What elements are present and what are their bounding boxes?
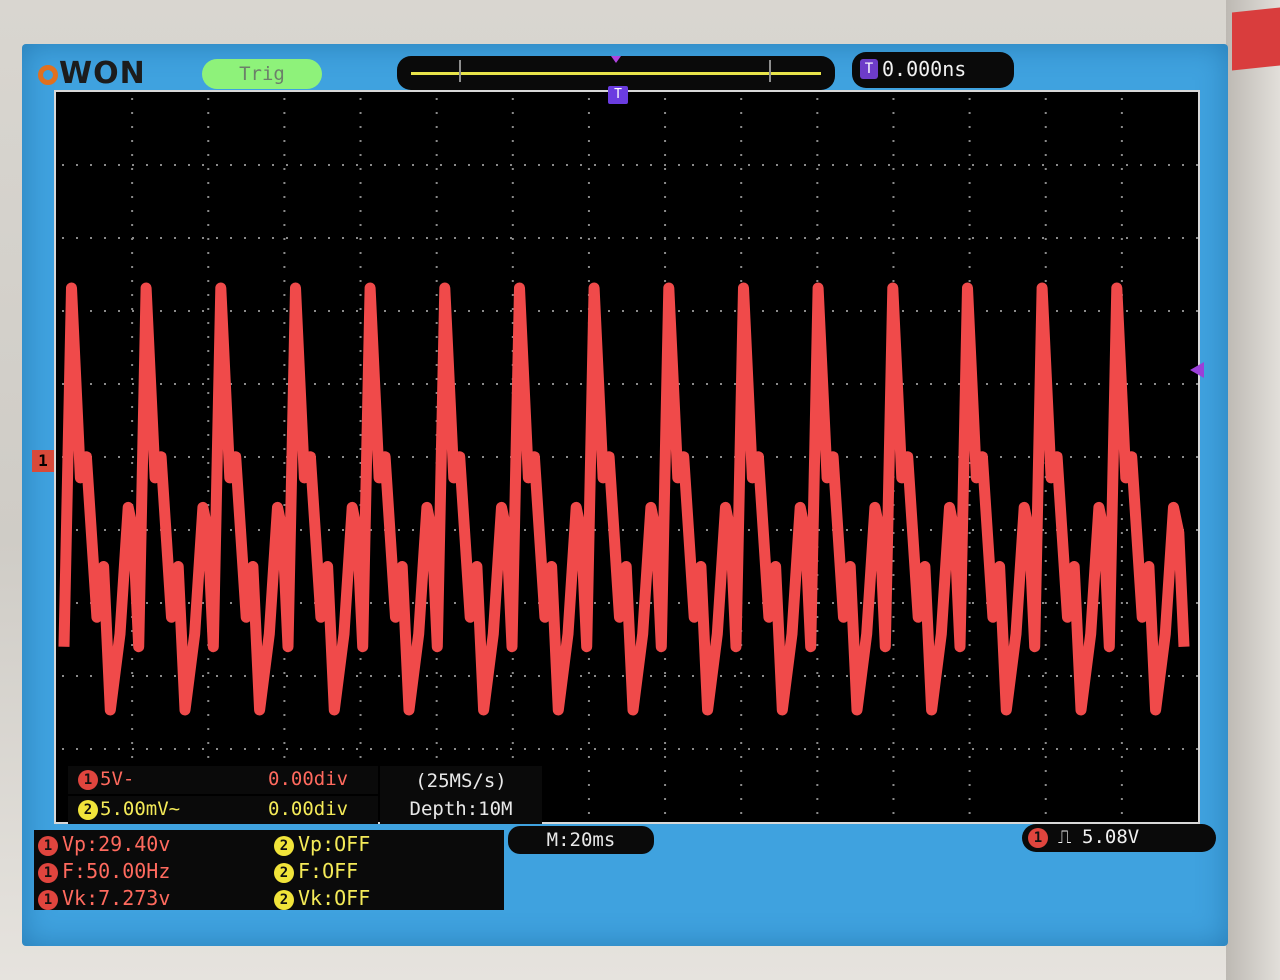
ch1-scale: 5V- xyxy=(100,768,135,790)
trigger-time-value: 0.000ns xyxy=(882,57,967,81)
meas-badge: 2 xyxy=(274,836,294,856)
ch2-vk-measurement: 2 Vk:OFF xyxy=(274,886,370,912)
meas-badge: 1 xyxy=(38,863,58,883)
ch1-ground-marker[interactable]: 1 xyxy=(32,450,54,472)
window-left-tick xyxy=(459,60,461,82)
ch2-freq-measurement: 2 F:OFF xyxy=(274,859,358,885)
ch1-settings[interactable]: 1 5V- 0.00div xyxy=(68,766,378,794)
trigger-level-value: 5.08V xyxy=(1082,826,1140,848)
ch2-vp-measurement: 2 Vp:OFF xyxy=(274,832,370,858)
rising-edge-icon: ⎍ xyxy=(1058,826,1072,848)
meas-value: Vk:OFF xyxy=(298,886,371,910)
ch2-badge: 2 xyxy=(78,800,98,820)
memory-depth: Depth:10M xyxy=(409,798,513,820)
ch1-offset: 0.00div xyxy=(268,768,349,790)
meas-value: Vp:OFF xyxy=(298,832,371,856)
waveform-display xyxy=(58,98,1198,814)
meas-value: F:OFF xyxy=(298,859,359,883)
ch1-trace xyxy=(58,282,1190,716)
sample-rate: (25MS/s) xyxy=(415,770,507,792)
scope-bezel-right xyxy=(1226,0,1280,980)
meas-badge: 2 xyxy=(274,890,294,910)
trigger-time-icon: T xyxy=(860,59,878,79)
logo-text: WON xyxy=(59,56,146,91)
ch1-freq-measurement: 1 F:50.00Hz xyxy=(38,859,170,885)
trigger-time-readout: T 0.000ns xyxy=(852,52,1014,88)
waveform-position-bar[interactable] xyxy=(397,56,835,90)
trigger-source-badge: 1 xyxy=(1028,828,1048,848)
meas-badge: 2 xyxy=(274,863,294,883)
ch2-scale: 5.00mV~ xyxy=(100,798,181,820)
meas-value: Vk:7.273v xyxy=(62,886,171,910)
ch2-offset: 0.00div xyxy=(268,798,349,820)
trigger-level-arrow-icon[interactable] xyxy=(1190,362,1204,378)
meas-badge: 1 xyxy=(38,890,58,910)
window-right-tick xyxy=(769,60,771,82)
meas-badge: 1 xyxy=(38,836,58,856)
trigger-setting[interactable]: 1 ⎍ 5.08V xyxy=(1022,824,1216,852)
trigger-position-arrow-icon xyxy=(611,56,621,63)
owon-logo: WON xyxy=(38,56,146,91)
ch1-vp-measurement: 1 Vp:29.40v xyxy=(38,832,170,858)
ch2-settings[interactable]: 2 5.00mV~ 0.00div xyxy=(68,796,378,824)
memory-window-line xyxy=(411,72,821,75)
acquisition-info: (25MS/s) Depth:10M xyxy=(380,766,542,824)
measurement-panel: 1 Vp:29.40v 1 F:50.00Hz 1 Vk:7.273v 2 Vp:OFF… xyxy=(34,830,504,910)
bezel-red-tab xyxy=(1232,7,1280,71)
logo-o-ring xyxy=(38,65,58,85)
trigger-status-badge: Trig xyxy=(202,59,322,89)
trigger-position-marker[interactable]: T xyxy=(608,86,628,104)
meas-value: F:50.00Hz xyxy=(62,859,171,883)
meas-value: Vp:29.40v xyxy=(62,832,171,856)
timebase-setting[interactable]: M:20ms xyxy=(508,826,654,854)
waveform-graticule[interactable] xyxy=(54,90,1200,824)
ch1-badge: 1 xyxy=(78,770,98,790)
oscilloscope-screen: WON Trig T 0.000ns T 1 1 5V- 0.00div 2 5… xyxy=(22,44,1228,946)
ch1-vk-measurement: 1 Vk:7.273v xyxy=(38,886,170,912)
